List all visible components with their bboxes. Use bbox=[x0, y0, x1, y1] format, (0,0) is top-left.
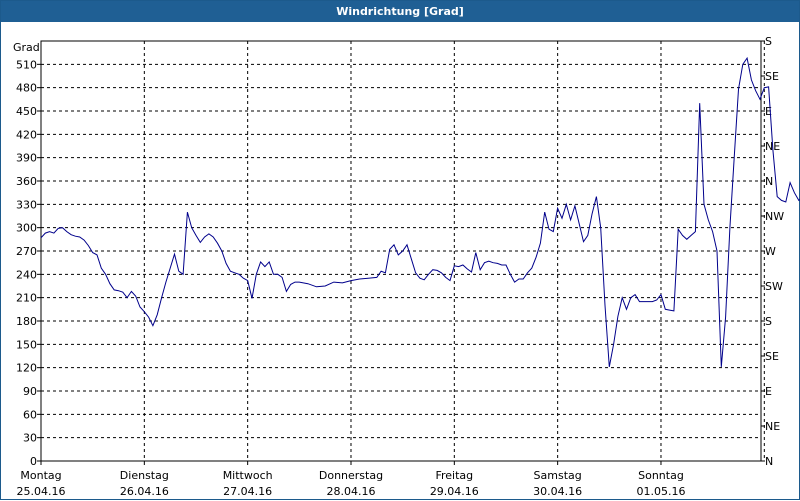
y-tick-label: 60 bbox=[23, 408, 37, 421]
x-date-label: 29.04.16 bbox=[430, 485, 479, 498]
compass-label: NE bbox=[765, 420, 780, 433]
compass-label: SE bbox=[765, 350, 779, 363]
y-tick-label: 300 bbox=[16, 222, 37, 235]
y-axis-label: Grad bbox=[13, 41, 40, 54]
y-tick-label: 420 bbox=[16, 128, 37, 141]
compass-label: SW bbox=[765, 280, 783, 293]
chart-window: Windrichtung [Grad] 0 30 60 90 120 150 180 210 2… bbox=[0, 0, 800, 500]
compass-label: W bbox=[765, 245, 776, 258]
x-date-label: 28.04.16 bbox=[326, 485, 375, 498]
compass-label: S bbox=[765, 35, 772, 48]
y-tick-label: 150 bbox=[16, 338, 37, 351]
x-day-label: Mittwoch bbox=[223, 469, 273, 482]
y-tick-label: 390 bbox=[16, 152, 37, 165]
compass-label: S bbox=[765, 315, 772, 328]
x-day-label: Montag bbox=[20, 469, 61, 482]
compass-label: NW bbox=[765, 210, 784, 223]
y-tick-label: 180 bbox=[16, 315, 37, 328]
x-day-label: Sonntag bbox=[638, 469, 684, 482]
compass-label: N bbox=[765, 455, 773, 468]
y-tick-label: 90 bbox=[23, 385, 37, 398]
y-tick-label: 450 bbox=[16, 105, 37, 118]
x-axis: Montag 25.04.16 Dienstag 26.04.16 Mittwoch 27… bbox=[17, 461, 685, 498]
x-date-label: 30.04.16 bbox=[533, 485, 582, 498]
y-tick-label: 30 bbox=[23, 432, 37, 445]
y-tick-label: 510 bbox=[16, 58, 37, 71]
y-tick-label: 240 bbox=[16, 268, 37, 281]
x-date-label: 26.04.16 bbox=[120, 485, 169, 498]
y-tick-label: 0 bbox=[30, 455, 37, 468]
x-day-label: Dienstag bbox=[120, 469, 169, 482]
x-date-label: 25.04.16 bbox=[17, 485, 66, 498]
x-day-label: Donnerstag bbox=[319, 469, 383, 482]
compass-label: N bbox=[765, 175, 773, 188]
y-tick-label: 210 bbox=[16, 292, 37, 305]
x-date-label: 01.05.16 bbox=[636, 485, 685, 498]
y-tick-label: 270 bbox=[16, 245, 37, 258]
y-tick-label: 360 bbox=[16, 175, 37, 188]
y-tick-label: 120 bbox=[16, 362, 37, 375]
compass-label: E bbox=[765, 385, 772, 398]
y-tick-label: 330 bbox=[16, 198, 37, 211]
left-y-axis: 0 30 60 90 120 150 180 210 240 270 300 330 360 390 420… bbox=[13, 41, 41, 468]
wind-direction-chart: 0 30 60 90 120 150 180 210 240 270 300 330 360 390 420… bbox=[13, 35, 800, 498]
y-tick-label: 480 bbox=[16, 82, 37, 95]
x-date-label: 27.04.16 bbox=[223, 485, 272, 498]
x-day-label: Freitag bbox=[435, 469, 473, 482]
x-day-label: Samstag bbox=[534, 469, 582, 482]
compass-label: SE bbox=[765, 70, 779, 83]
